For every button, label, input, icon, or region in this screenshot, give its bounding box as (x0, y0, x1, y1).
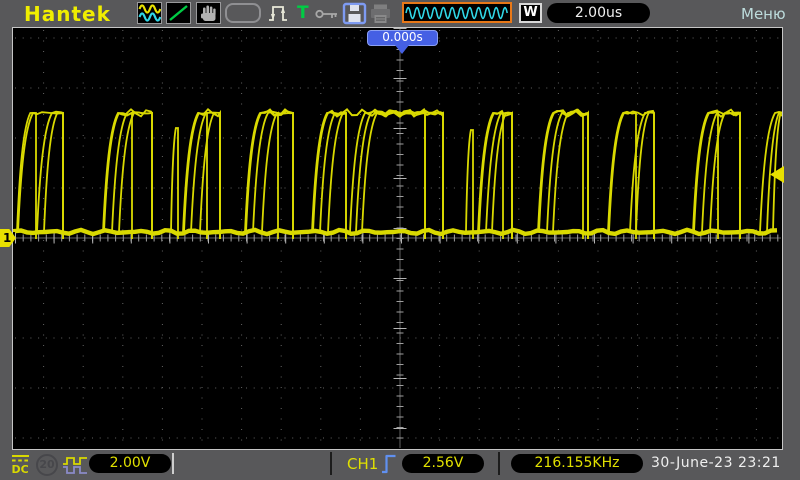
sine-preview-icon (405, 6, 508, 20)
trigger-position-flag[interactable]: 0.000s (367, 30, 438, 46)
pulse-icon (269, 6, 287, 21)
bandwidth-20-icon: 20 (36, 454, 58, 476)
dual-wave-icon (138, 4, 162, 22)
keylock-button[interactable] (314, 4, 341, 24)
pulse-width-trigger-button[interactable] (267, 2, 293, 25)
printer-icon (371, 4, 390, 23)
probe-wave-indicator[interactable] (62, 456, 89, 475)
frequency-readout: 216.155KHz (511, 454, 643, 473)
volts-per-div-readout[interactable]: 2.00V (89, 454, 171, 473)
empty-indicator-slot (225, 3, 261, 23)
waveform-display: 0.000s (12, 27, 783, 450)
hand-icon (201, 5, 216, 21)
squarewave-icon (63, 457, 87, 474)
trigger-position-pointer (395, 45, 409, 54)
floppy-save-icon (342, 2, 367, 25)
trigger-level-readout[interactable]: 2.56V (402, 454, 484, 473)
datetime-label: 30-June-23 23:21 (651, 455, 781, 471)
divider (172, 453, 174, 474)
channel-waveform-button[interactable] (137, 2, 162, 24)
rising-edge-icon (382, 454, 396, 474)
hand-drag-button[interactable] (196, 2, 221, 24)
key-icon (315, 9, 337, 19)
cursor-line-button[interactable] (166, 2, 191, 24)
oscilloscope-ui: Hantek T W 2.00us Меню 0.000s 1 DC 20 2.… (0, 0, 800, 480)
trigger-source-label[interactable]: CH1 (347, 455, 378, 473)
divider (330, 452, 332, 475)
dc-coupling-icon: DC (12, 455, 29, 476)
menu-button[interactable]: Меню (741, 5, 786, 23)
brand-logo: Hantek (24, 2, 111, 26)
waveform-preview-box[interactable] (402, 2, 512, 23)
trigger-slope-indicator[interactable] (381, 452, 398, 475)
save-button[interactable] (342, 2, 367, 25)
trigger-t-button[interactable]: T (297, 3, 309, 23)
coupling-indicator[interactable]: DC (10, 453, 34, 477)
w-mode-button[interactable]: W (519, 3, 542, 23)
diagonal-line-icon (169, 5, 188, 21)
print-button[interactable] (369, 3, 393, 25)
waveform-plot (13, 28, 782, 448)
timebase-readout[interactable]: 2.00us (547, 3, 650, 23)
divider (498, 452, 500, 475)
svg-text:DC: DC (12, 463, 29, 476)
